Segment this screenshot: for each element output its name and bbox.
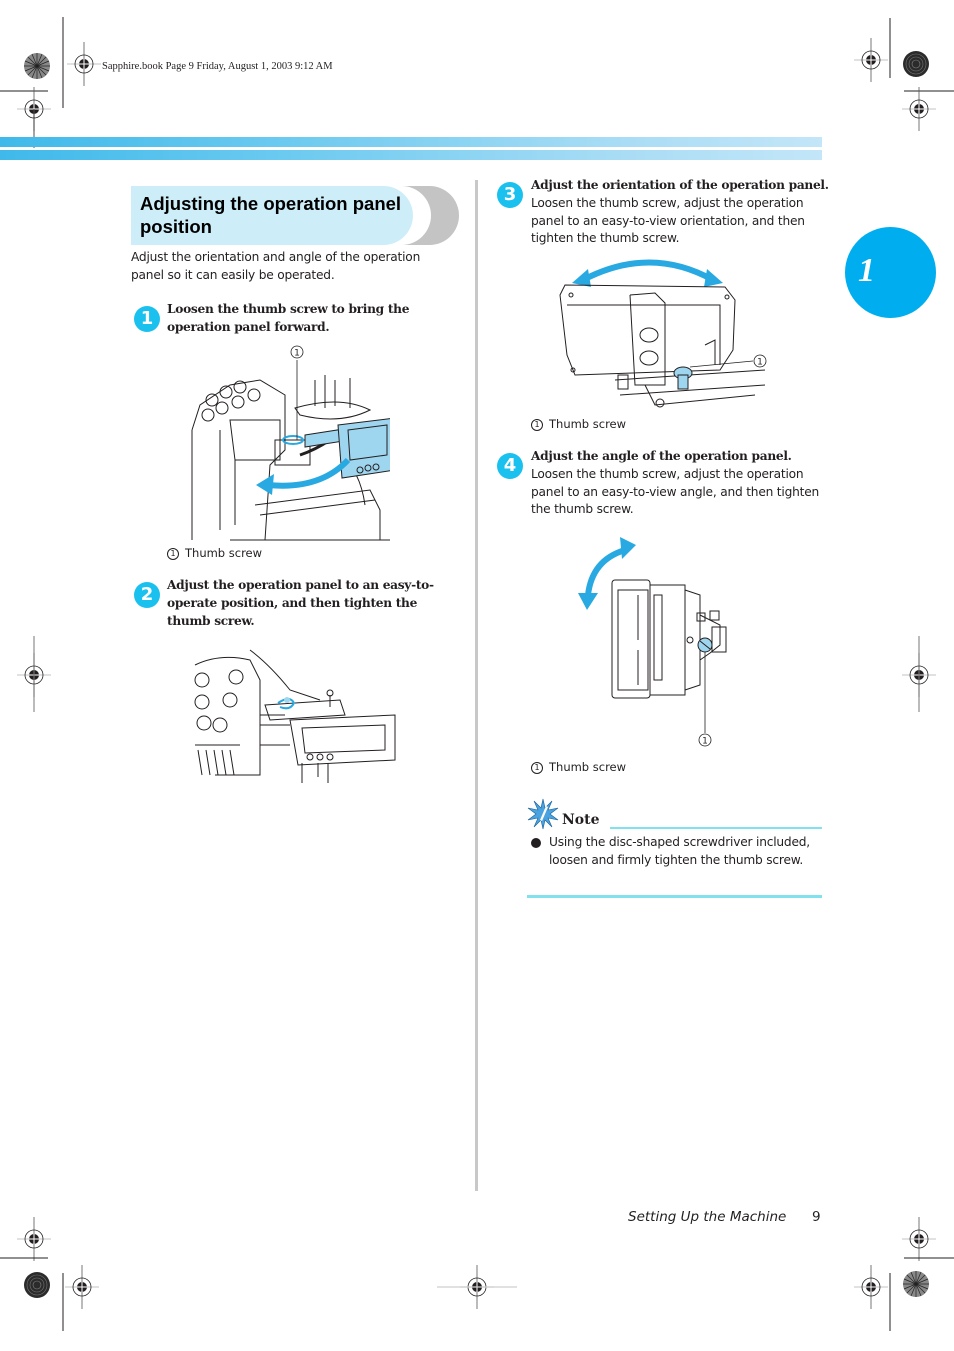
- illustration-panel-rear-orientation: 1: [559, 259, 767, 408]
- step-heading: Adjust the operation panel to an easy-to…: [167, 578, 434, 628]
- header-bar-top: [0, 137, 822, 147]
- illustration-panel-side-angle: 1: [578, 537, 727, 747]
- step-badge: 1: [134, 306, 160, 332]
- section-title: Adjusting the operation panel position: [140, 193, 402, 237]
- note-rule-top: [610, 827, 822, 829]
- caption-text: Thumb screw: [549, 417, 627, 431]
- header-bar-bottom: [0, 150, 822, 160]
- callout-number: 1: [702, 737, 708, 747]
- illustration-machine-panel-tightened: [194, 649, 396, 783]
- bullet-icon: [531, 838, 541, 848]
- section-intro: Adjust the orientation and angle of the …: [131, 250, 421, 282]
- column-divider: [475, 180, 478, 1191]
- note-title: Note: [562, 812, 600, 828]
- page-number: 9: [812, 1209, 821, 1225]
- caption-number: 1: [531, 762, 543, 774]
- step-heading: Adjust the orientation of the operation …: [531, 178, 829, 192]
- step-badge: 3: [497, 182, 523, 208]
- caption-number: 1: [531, 419, 543, 431]
- figure-caption: 1 Thumb screw: [531, 760, 626, 774]
- step-heading: Loosen the thumb screw to bring the oper…: [167, 302, 410, 334]
- step-heading: Adjust the angle of the operation panel.: [531, 449, 792, 463]
- caption-text: Thumb screw: [549, 760, 627, 774]
- note-item: Using the disc-shaped screwdriver includ…: [549, 835, 810, 867]
- note-icon: [527, 798, 559, 830]
- section-title-box: Adjusting the operation panel position: [131, 186, 459, 245]
- step-badge: 4: [497, 453, 523, 479]
- step-badge: 2: [134, 582, 160, 608]
- footer-chapter-title: Setting Up the Machine: [628, 1209, 787, 1225]
- caption-text: Thumb screw: [185, 546, 263, 560]
- chapter-number: 1: [858, 252, 875, 289]
- step-body: Loosen the thumb screw, adjust the opera…: [531, 196, 805, 245]
- callout-number: 1: [294, 349, 300, 359]
- note-rule-bottom: [527, 895, 822, 898]
- step-body: Loosen the thumb screw, adjust the opera…: [531, 467, 820, 516]
- illustration-machine-panel-forward: 1: [191, 345, 390, 541]
- print-slug: Sapphire.book Page 9 Friday, August 1, 2…: [102, 61, 333, 72]
- figure-caption: 1 Thumb screw: [167, 546, 262, 560]
- caption-number: 1: [167, 548, 179, 560]
- callout-number: 1: [757, 358, 763, 368]
- figure-caption: 1 Thumb screw: [531, 417, 626, 431]
